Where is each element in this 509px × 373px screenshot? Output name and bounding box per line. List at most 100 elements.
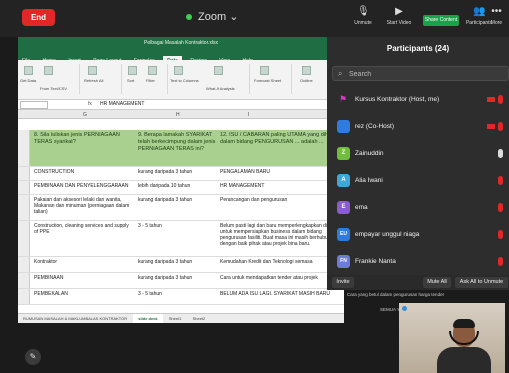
- end-meeting-button[interactable]: End: [22, 9, 55, 26]
- avatar: EU: [337, 228, 350, 241]
- get-data-icon[interactable]: [24, 66, 33, 75]
- cell-g[interactable]: Pakaian dan aksesori lelaki dan wanita, …: [34, 197, 134, 215]
- cell-h[interactable]: kurang daripada 3 tahun: [138, 259, 218, 265]
- invite-button[interactable]: Invite: [332, 277, 354, 288]
- refresh-all-icon[interactable]: [88, 66, 97, 75]
- cell-g[interactable]: Kontraktor: [34, 259, 134, 265]
- mute-all-button[interactable]: Mute All: [423, 277, 451, 288]
- video-off-icon[interactable]: [487, 124, 495, 129]
- cell-i[interactable]: HR MANAGEMENT: [220, 183, 342, 189]
- cell-g[interactable]: PEMBEKALAN: [34, 291, 134, 297]
- sheet-tabs: RUMUSAN MASALAH & MAKLUMBALAS KONTRAKTOR…: [18, 313, 344, 323]
- unmute-label: Unmute: [354, 20, 372, 26]
- sheet-tab-sheet2[interactable]: Sheet2: [188, 314, 211, 323]
- participant-item[interactable]: ⚑ Kursus Kontraktor (Host, me): [327, 88, 509, 112]
- table-row[interactable]: PEMBINAAN kurang daripada 3 tahun Cara u…: [18, 273, 344, 289]
- cell-i[interactable]: Perancangan dan pengurusan: [220, 197, 342, 203]
- text-to-columns-icon[interactable]: [174, 66, 183, 75]
- avatar: A: [337, 174, 350, 187]
- forecast-sheet-icon[interactable]: [260, 66, 269, 75]
- header-cell-h[interactable]: 9. Berapa lamakah SYARIKAT telah berkeci…: [138, 132, 216, 153]
- what-if-icon[interactable]: [214, 66, 223, 75]
- unmute-button[interactable]: 🎙 Unmute: [343, 6, 383, 26]
- participant-item[interactable]: E ema: [327, 196, 509, 220]
- ask-all-unmute-button[interactable]: Ask All to Unmute: [455, 277, 508, 288]
- cell-h[interactable]: kurang daripada 3 tahun: [138, 275, 218, 281]
- more-label: More: [490, 20, 503, 26]
- avatar: [337, 120, 350, 133]
- sort-label: Sort: [127, 78, 135, 83]
- participant-search[interactable]: ⌕: [332, 66, 509, 81]
- mic-muted-icon[interactable]: [498, 203, 503, 212]
- participant-item[interactable]: EU empayar unggul niaga: [327, 223, 509, 247]
- cell-i[interactable]: BELUM ADA ISU LAGI. SYARIKAT MASIH BARU: [220, 291, 342, 297]
- participant-name: Zainuddin: [355, 150, 384, 157]
- participant-name: Frankie Nanta: [355, 258, 396, 265]
- sheet-tab-rumusan[interactable]: RUMUSAN MASALAH & MAKLUMBALAS KONTRAKTOR: [18, 314, 132, 323]
- mic-muted-icon[interactable]: [498, 176, 503, 185]
- excel-window: Pelbagai Masalah Kontraktor.xlsx File Ho…: [18, 37, 344, 323]
- camera-indicator-icon: [402, 306, 407, 311]
- row-number-cell: [18, 167, 30, 180]
- video-off-icon[interactable]: [487, 97, 495, 102]
- filter-icon[interactable]: [148, 66, 157, 75]
- column-g-header[interactable]: G: [83, 112, 87, 118]
- mic-muted-icon[interactable]: [498, 122, 503, 131]
- table-row[interactable]: Pakaian dan aksesori lelaki dan wanita, …: [18, 195, 344, 221]
- secure-status-icon: [186, 14, 192, 21]
- participants-title: Participants (24): [386, 44, 450, 53]
- cell-h[interactable]: 3 - 5 tahun: [138, 291, 218, 297]
- cell-g[interactable]: PEMBINAAN DAN PENYELENGGARAAN: [34, 183, 134, 189]
- mic-muted-icon[interactable]: [498, 230, 503, 239]
- name-box[interactable]: [20, 101, 48, 109]
- header-cell-g[interactable]: 8. Sila tuliskan jenis PERNIAGAAN TERAS …: [34, 132, 120, 146]
- cell-h[interactable]: kurang daripada 3 tahun: [138, 197, 218, 203]
- table-row[interactable]: Kontraktor kurang daripada 3 tahun Kemud…: [18, 257, 344, 273]
- outline-icon[interactable]: [302, 66, 311, 75]
- share-content-button[interactable]: Share Content: [423, 15, 459, 26]
- search-input[interactable]: [349, 68, 499, 80]
- cell-i[interactable]: Belum pasti lagi dan baru memperlengkapk…: [220, 223, 342, 255]
- mic-muted-icon[interactable]: [498, 95, 503, 104]
- column-i-header[interactable]: I: [248, 112, 249, 118]
- formula-bar[interactable]: fx HR MANAGEMENT: [18, 100, 344, 110]
- cell-h[interactable]: lebih daripada 10 tahun: [138, 183, 218, 189]
- row-number-cell: [18, 221, 30, 256]
- cell-h[interactable]: 3 - 5 tahun: [138, 223, 218, 229]
- participant-item[interactable]: Z Zainuddin: [327, 142, 509, 166]
- annotate-pen-icon[interactable]: ✎: [25, 349, 41, 365]
- cell-g[interactable]: CONSTRUCTION: [34, 169, 134, 175]
- table-row[interactable]: PEMBEKALAN 3 - 5 tahun BELUM ADA ISU LAG…: [18, 289, 344, 305]
- table-row[interactable]: Construction, cleaning services and supp…: [18, 221, 344, 257]
- start-video-button[interactable]: ▶ Start Video: [379, 6, 419, 26]
- mic-muted-icon[interactable]: [498, 257, 503, 266]
- header-cell-i[interactable]: 12. ISU / CABARAN paling UTAMA yang diha…: [220, 132, 342, 146]
- sheet-tab-sheet1[interactable]: Sheet1: [164, 314, 187, 323]
- mic-icon[interactable]: [498, 149, 503, 158]
- sort-filter-group: Sort Filter: [124, 64, 168, 94]
- sheet-tab-slide-deck[interactable]: slide deck: [133, 314, 163, 323]
- table-row[interactable]: PEMBINAAN DAN PENYELENGGARAAN lebih dari…: [18, 181, 344, 195]
- column-h-header[interactable]: H: [176, 112, 180, 118]
- participant-item[interactable]: A Alia Iwani: [327, 169, 509, 193]
- participant-item[interactable]: rez (Co-Host): [327, 115, 509, 139]
- cell-i[interactable]: Kemudahan Kredit dan Teknologi semasa: [220, 259, 342, 265]
- table-header-row[interactable]: 8. Sila tuliskan jenis PERNIAGAAN TERAS …: [18, 130, 344, 167]
- more-icon: •••: [491, 6, 502, 17]
- sort-icon[interactable]: [128, 66, 137, 75]
- zoom-title[interactable]: Zoom ⌄: [186, 10, 238, 23]
- cell-g[interactable]: Construction, cleaning services and supp…: [34, 223, 134, 235]
- cell-i[interactable]: PENGALAMAN BARU: [220, 169, 342, 175]
- cell-g[interactable]: PEMBINAAN: [34, 275, 134, 281]
- refresh-all-label: Refresh All: [84, 78, 104, 83]
- cell-i[interactable]: Cara untuk mendapatkan tender atau proje…: [220, 275, 342, 281]
- start-video-label: Start Video: [386, 20, 412, 26]
- participant-item[interactable]: FN Frankie Nanta: [327, 250, 509, 274]
- table-row[interactable]: CONSTRUCTION kurang daripada 3 tahun PEN…: [18, 167, 344, 181]
- from-text-icon[interactable]: [44, 66, 53, 75]
- worksheet-grid[interactable]: 8. Sila tuliskan jenis PERNIAGAAN TERAS …: [18, 130, 344, 310]
- more-button[interactable]: ••• More: [484, 6, 509, 26]
- formula-value[interactable]: HR MANAGEMENT: [100, 101, 144, 107]
- self-video-thumbnail[interactable]: [399, 303, 505, 373]
- cell-h[interactable]: kurang daripada 3 tahun: [138, 169, 218, 175]
